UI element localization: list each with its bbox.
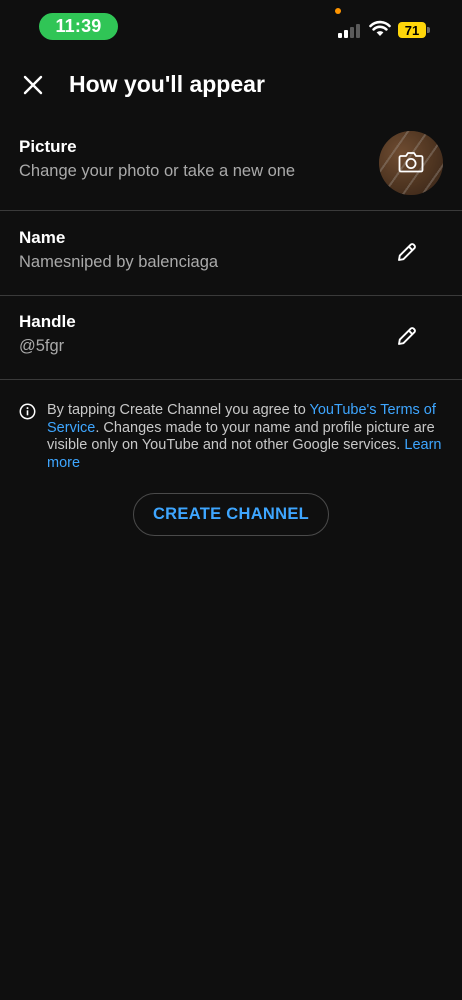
close-button[interactable] — [14, 66, 52, 104]
notice-text-part-2: . Changes made to your name and profile … — [47, 419, 435, 454]
pencil-icon — [398, 327, 416, 345]
handle-label: Handle — [19, 312, 76, 331]
create-channel-button[interactable]: CREATE CHANNEL — [133, 493, 329, 536]
name-row[interactable]: Name Namesniped by balenciaga — [0, 211, 462, 295]
picture-label: Picture — [19, 137, 77, 156]
wifi-icon — [369, 20, 391, 36]
battery-tip — [427, 27, 430, 33]
name-label: Name — [19, 228, 66, 247]
info-icon — [19, 403, 36, 420]
status-time: 11:39 — [39, 13, 118, 40]
edit-handle-button[interactable] — [388, 317, 426, 355]
name-value: Namesniped by balenciaga — [19, 253, 219, 271]
battery-indicator: 71 — [398, 22, 430, 38]
cellular-signal-icon — [338, 24, 360, 38]
status-bar: 11:39 71 — [0, 0, 462, 54]
pencil-icon — [398, 243, 416, 261]
camera-icon — [398, 152, 424, 173]
edit-name-button[interactable] — [388, 233, 426, 271]
divider — [0, 379, 462, 380]
header: How you'll appear — [0, 60, 462, 110]
close-icon — [23, 75, 43, 95]
mic-indicator-icon — [335, 8, 341, 14]
avatar[interactable] — [379, 131, 443, 195]
picture-row[interactable]: Picture Change your photo or take a new … — [0, 128, 462, 210]
handle-value: @5fgr — [19, 337, 65, 355]
notice-text-part-1: By tapping Create Channel you agree to — [47, 402, 310, 418]
page-title: How you'll appear — [69, 71, 265, 97]
picture-hint: Change your photo or take a new one — [19, 162, 296, 180]
screen: 11:39 71 How you'll appear Picture Chang… — [0, 0, 462, 1000]
battery-level: 71 — [398, 22, 426, 38]
handle-row[interactable]: Handle @5fgr — [0, 296, 462, 379]
notice-text: By tapping Create Channel you agree to Y… — [47, 402, 447, 472]
